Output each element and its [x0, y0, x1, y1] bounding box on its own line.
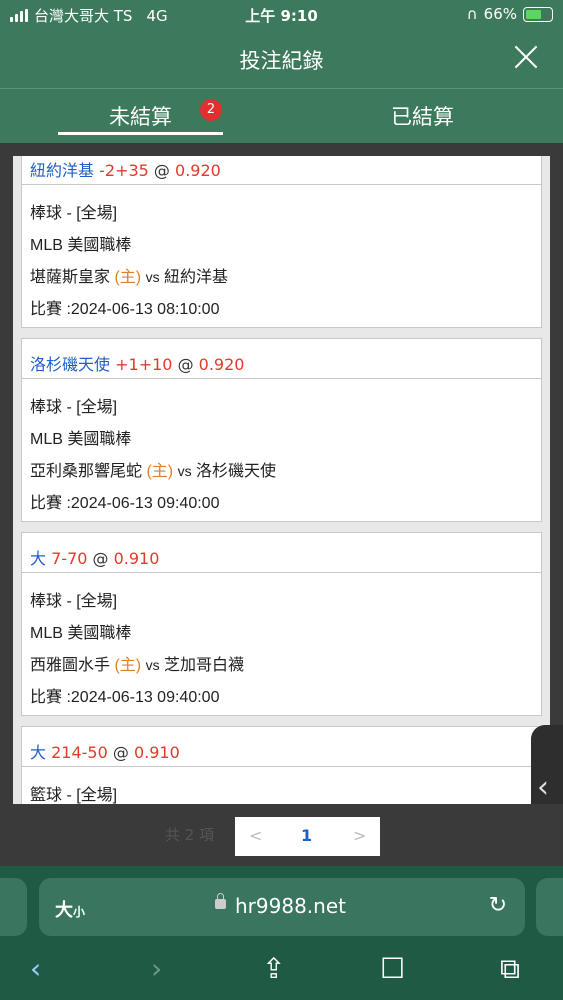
battery-percent: 66%: [483, 5, 517, 23]
bet-selection: 洛杉磯天使 +1+10 @ 0.920: [22, 339, 541, 379]
status-bar: 台灣大哥大 TS 4G 上午 9:10 ∩ 66%: [0, 0, 563, 30]
match-time: 比賽 :2024-06-13 09:40:00: [30, 495, 220, 512]
url-text: hr9988.net: [235, 894, 346, 918]
bet-card: 紐約洋基 -2+35 @ 0.920 棒球 - [全場] MLB 美國職棒 堪薩…: [21, 156, 542, 328]
bet-league: MLB 美國職棒: [30, 431, 132, 448]
bookmarks-icon[interactable]: ☐: [380, 952, 405, 985]
vs-label: vs: [177, 463, 192, 479]
page-title: 投注紀錄: [239, 49, 324, 73]
text-size-button[interactable]: 大小: [55, 896, 85, 922]
bet-at: @: [153, 161, 170, 180]
tab-bar: 未結算 2 已結算: [0, 88, 563, 143]
tab-unsettled-label: 未結算: [109, 105, 172, 129]
bet-matchup: 亞利桑那響尾蛇 (主) vs 洛杉磯天使: [22, 449, 541, 481]
tabs-icon[interactable]: ⧉: [500, 952, 520, 986]
bet-sport: 棒球 - [全場]: [30, 205, 118, 222]
next-page-button[interactable]: >: [353, 826, 366, 845]
match-time: 比賽 :2024-06-13 09:40:00: [30, 689, 220, 706]
lock-icon: [215, 893, 226, 909]
bet-at: @: [92, 549, 109, 568]
previous-tab-preview[interactable]: [0, 878, 27, 936]
bet-team: 紐約洋基: [30, 161, 95, 180]
bet-matchup: 西雅圖水手 (主) vs 芝加哥白襪: [22, 643, 541, 675]
page-number[interactable]: 1: [301, 826, 312, 845]
bet-line: -2+35: [99, 161, 149, 180]
home-team: 亞利桑那響尾蛇: [30, 463, 143, 480]
prev-page-button[interactable]: <: [249, 826, 262, 845]
bet-selection: 大 214-50 @ 0.910: [22, 727, 541, 767]
chevron-left-icon: ‹: [537, 770, 549, 805]
home-tag: (主): [114, 269, 142, 286]
pagination-bar: 共 2 項 < 1 >: [0, 804, 563, 866]
headphones-icon: ∩: [466, 5, 478, 23]
bet-selection: 紐約洋基 -2+35 @ 0.920: [22, 156, 541, 185]
home-tag: (主): [146, 463, 174, 480]
close-icon[interactable]: [511, 42, 541, 72]
vs-label: vs: [145, 269, 160, 285]
away-team: 紐約洋基: [164, 269, 229, 286]
bet-line: 214-50: [51, 743, 108, 762]
bet-league: MLB 美國職棒: [30, 237, 132, 254]
bet-league: MLB 美國職棒: [30, 625, 132, 642]
vs-label: vs: [145, 657, 160, 673]
away-team: 芝加哥白襪: [164, 657, 245, 674]
bet-odds: 0.920: [175, 161, 221, 180]
home-team: 西雅圖水手: [30, 657, 111, 674]
bet-matchup: 堪薩斯皇家 (主) vs 紐約洋基: [22, 255, 541, 287]
reload-icon[interactable]: ↻: [489, 893, 507, 918]
away-team: 洛杉磯天使: [196, 463, 277, 480]
tab-settled[interactable]: 已結算: [340, 89, 505, 144]
home-tag: (主): [114, 657, 142, 674]
home-team: 堪薩斯皇家: [30, 269, 111, 286]
tab-unsettled[interactable]: 未結算 2: [58, 89, 223, 144]
app-header: 台灣大哥大 TS 4G 上午 9:10 ∩ 66% 投注紀錄 未結算 2 已結算: [0, 0, 563, 143]
forward-icon[interactable]: ›: [151, 952, 162, 985]
back-icon[interactable]: ‹: [30, 952, 41, 985]
battery-icon: [523, 6, 553, 22]
bet-team: 洛杉磯天使: [30, 355, 111, 374]
next-tab-preview[interactable]: [536, 878, 563, 936]
bet-odds: 0.910: [113, 549, 160, 568]
total-count: 共 2 項: [165, 826, 215, 844]
bet-odds: 0.910: [133, 743, 180, 762]
bet-card: 大 214-50 @ 0.910 籃球 - [全場]: [21, 726, 542, 804]
bet-selection: 大 7-70 @ 0.910: [22, 533, 541, 573]
match-time: 比賽 :2024-06-13 08:10:00: [30, 301, 220, 318]
bet-team: 大: [30, 743, 47, 762]
address-bar[interactable]: 大小 hr9988.net ↻: [39, 878, 525, 936]
bet-list[interactable]: 紐約洋基 -2+35 @ 0.920 棒球 - [全場] MLB 美國職棒 堪薩…: [13, 156, 550, 804]
bet-card: 大 7-70 @ 0.910 棒球 - [全場] MLB 美國職棒 西雅圖水手 …: [21, 532, 542, 716]
active-tab-indicator: [58, 132, 223, 135]
tab-settled-label: 已結算: [391, 105, 454, 129]
bet-line: 7-70: [51, 549, 88, 568]
bet-line: +1+10: [115, 355, 173, 374]
pagination: < 1 >: [235, 817, 380, 856]
bet-team: 大: [30, 549, 47, 568]
bet-sport: 棒球 - [全場]: [30, 593, 118, 610]
bet-sport: 籃球 - [全場]: [30, 787, 118, 804]
bet-odds: 0.920: [198, 355, 245, 374]
bet-at: @: [112, 743, 129, 762]
bet-sport: 棒球 - [全場]: [30, 399, 118, 416]
bet-card: 洛杉磯天使 +1+10 @ 0.920 棒球 - [全場] MLB 美國職棒 亞…: [21, 338, 542, 522]
bet-at: @: [177, 355, 194, 374]
share-icon[interactable]: ⇪: [262, 952, 285, 985]
unsettled-count-badge: 2: [200, 99, 222, 121]
browser-toolbar: 大小 hr9988.net ↻ ‹ › ⇪ ☐ ⧉: [0, 866, 563, 1000]
